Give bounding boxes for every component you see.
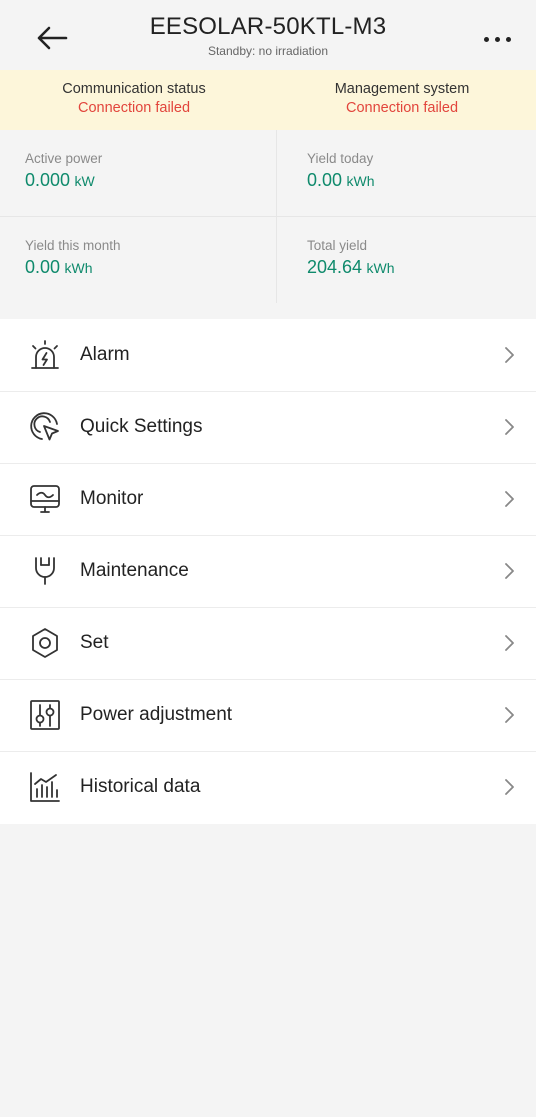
management-system-value: Connection failed bbox=[345, 100, 459, 116]
yield-month-value: 0.00 bbox=[25, 257, 61, 277]
metric-value-row: 0.00 kWh bbox=[307, 170, 536, 191]
yield-today-unit: kWh bbox=[346, 173, 375, 189]
connection-status-banner: Communication status Connection failed M… bbox=[0, 70, 536, 130]
chevron-right-icon bbox=[504, 634, 516, 652]
management-system-label: Management system bbox=[334, 81, 470, 97]
quick-settings-icon bbox=[28, 410, 62, 444]
menu-item-label: Monitor bbox=[80, 488, 144, 509]
menu-item-label: Power adjustment bbox=[80, 704, 233, 725]
total-yield-value: 204.64 bbox=[307, 257, 363, 277]
chevron-right-icon bbox=[504, 490, 516, 508]
metric-label: Yield today bbox=[307, 151, 374, 166]
metric-label: Yield this month bbox=[25, 238, 121, 253]
menu-item-alarm[interactable]: Alarm bbox=[0, 319, 536, 391]
metric-value-row: 0.00 kWh bbox=[25, 257, 268, 278]
header-bar: EESOLAR-50KTL-M3 Standby: no irradiation bbox=[0, 0, 536, 70]
metrics-panel: Active power 0.000 kW Yield today 0.00 k… bbox=[0, 130, 536, 303]
historical-data-icon bbox=[28, 770, 62, 804]
chevron-right-icon bbox=[504, 562, 516, 580]
menu-item-historical-data[interactable]: Historical data bbox=[0, 751, 536, 823]
communication-status: Communication status Connection failed bbox=[0, 70, 268, 130]
device-detail-screen: EESOLAR-50KTL-M3 Standby: no irradiation… bbox=[0, 0, 536, 1117]
menu-item-power-adjustment[interactable]: Power adjustment bbox=[0, 679, 536, 751]
yield-month-metric: Yield this month 0.00 kWh bbox=[0, 217, 268, 303]
menu-item-label: Historical data bbox=[80, 776, 201, 797]
chevron-right-icon bbox=[504, 778, 516, 796]
more-options-button[interactable] bbox=[472, 22, 522, 56]
power-adjustment-icon bbox=[28, 698, 62, 732]
metric-value-row: 204.64 kWh bbox=[307, 257, 536, 278]
communication-status-value: Connection failed bbox=[77, 100, 191, 116]
monitor-icon bbox=[28, 482, 62, 516]
yield-today-metric: Yield today 0.00 kWh bbox=[281, 130, 536, 216]
chevron-right-icon bbox=[504, 346, 516, 364]
chevron-right-icon bbox=[504, 418, 516, 436]
menu-item-label: Maintenance bbox=[80, 560, 189, 581]
yield-today-value: 0.00 bbox=[307, 170, 343, 190]
menu-item-maintenance[interactable]: Maintenance bbox=[0, 535, 536, 607]
menu-item-set[interactable]: Set bbox=[0, 607, 536, 679]
active-power-metric: Active power 0.000 kW bbox=[0, 130, 268, 216]
more-dots-icon bbox=[483, 36, 489, 42]
active-power-value: 0.000 bbox=[25, 170, 71, 190]
metric-label: Total yield bbox=[307, 238, 368, 253]
menu-item-monitor[interactable]: Monitor bbox=[0, 463, 536, 535]
yield-month-unit: kWh bbox=[64, 260, 93, 276]
metric-label: Active power bbox=[25, 151, 103, 166]
more-dot bbox=[494, 36, 500, 42]
total-yield-unit: kWh bbox=[366, 260, 395, 276]
communication-status-label: Communication status bbox=[62, 81, 206, 97]
function-menu: Alarm Quick Settings Monitor Maintenance… bbox=[0, 319, 536, 824]
menu-item-label: Set bbox=[80, 632, 109, 653]
total-yield-metric: Total yield 204.64 kWh bbox=[281, 217, 536, 303]
chevron-right-icon bbox=[504, 706, 516, 724]
menu-item-label: Quick Settings bbox=[80, 416, 203, 437]
menu-item-label: Alarm bbox=[80, 344, 130, 365]
device-status-subtitle: Standby: no irradiation bbox=[207, 44, 329, 58]
settings-hexagon-icon bbox=[28, 626, 62, 660]
device-title: EESOLAR-50KTL-M3 bbox=[149, 13, 387, 40]
active-power-unit: kW bbox=[74, 173, 95, 189]
management-system-status: Management system Connection failed bbox=[268, 70, 536, 130]
more-dot bbox=[505, 36, 511, 42]
menu-item-quick-settings[interactable]: Quick Settings bbox=[0, 391, 536, 463]
maintenance-icon bbox=[28, 554, 62, 588]
metric-value-row: 0.000 kW bbox=[25, 170, 268, 191]
alarm-icon bbox=[28, 338, 62, 372]
